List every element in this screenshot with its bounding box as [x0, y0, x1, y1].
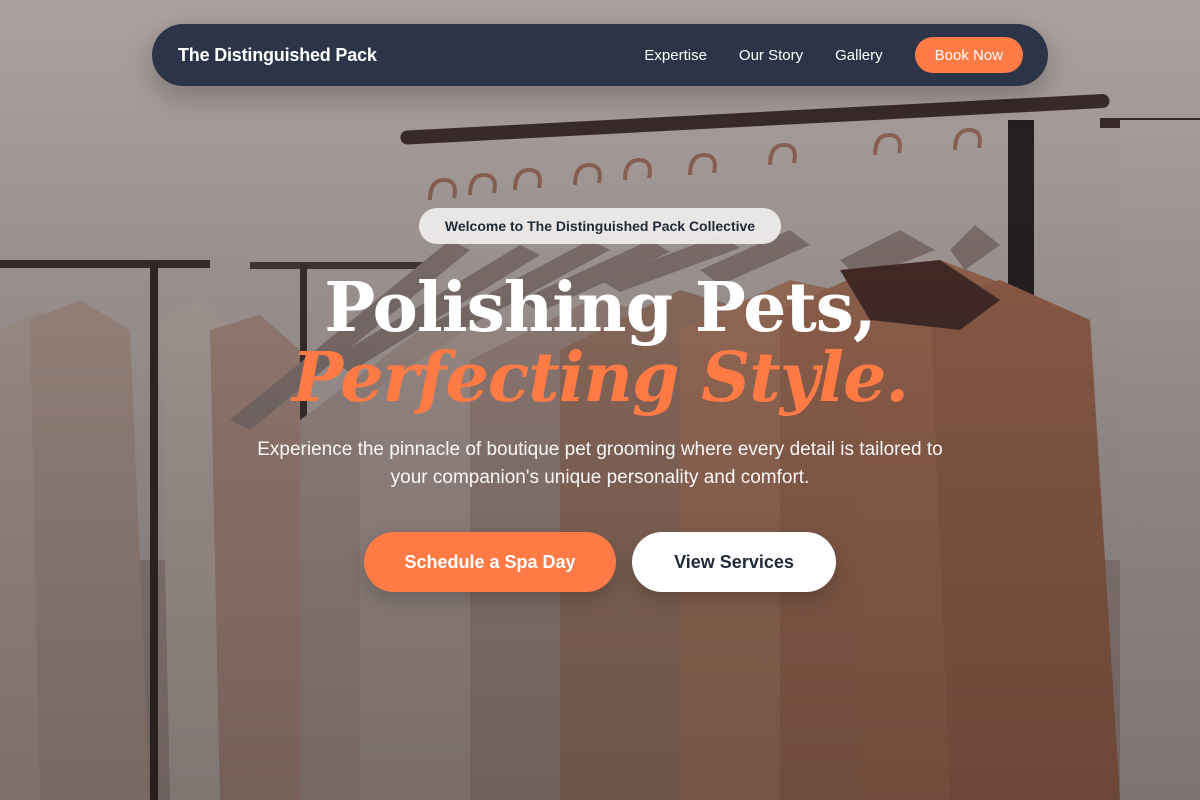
nav-link-expertise[interactable]: Expertise	[644, 47, 707, 64]
hero-headline-line2: Perfecting Style.	[291, 338, 909, 418]
hero-headline-line1: Polishing Pets,	[324, 268, 876, 348]
top-navbar: The Distinguished Pack Expertise Our Sto…	[152, 24, 1048, 86]
nav-link-gallery[interactable]: Gallery	[835, 47, 883, 64]
view-services-button[interactable]: View Services	[632, 532, 836, 592]
welcome-badge: Welcome to The Distinguished Pack Collec…	[419, 208, 781, 244]
brand-logo-text[interactable]: The Distinguished Pack	[178, 45, 377, 66]
nav-link-our-story[interactable]: Our Story	[739, 47, 803, 64]
schedule-spa-day-button[interactable]: Schedule a Spa Day	[364, 532, 616, 592]
book-now-button[interactable]: Book Now	[914, 37, 1023, 73]
nav-links: Expertise Our Story Gallery Book Now	[644, 37, 1023, 73]
hero-subtext: Experience the pinnacle of boutique pet …	[257, 439, 943, 488]
